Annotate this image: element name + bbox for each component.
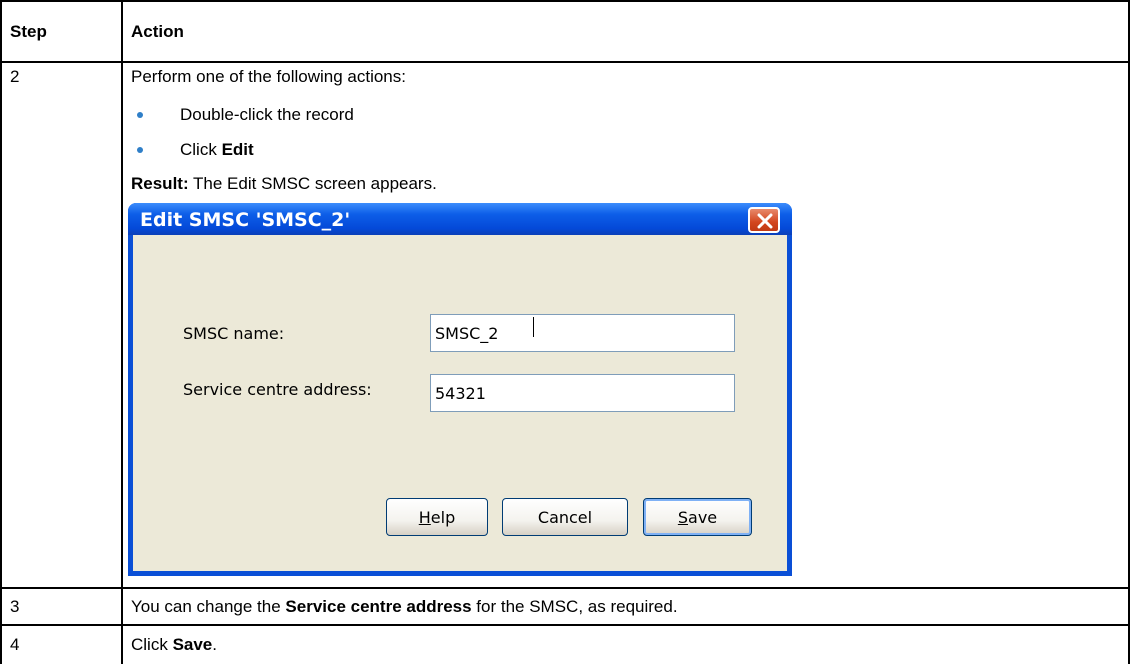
help-label-rest: elp (430, 507, 456, 527)
smsc-name-label: SMSC name: (183, 324, 285, 343)
bullet-item: Double-click the record (180, 105, 354, 124)
header-action: Action (131, 22, 184, 41)
table-top-border (0, 0, 1130, 2)
text-caret (533, 317, 534, 337)
save-mnemonic: S (677, 507, 689, 527)
step-4-text: Click Save. (131, 635, 217, 654)
step-number: 3 (10, 597, 20, 616)
service-centre-address-input[interactable] (430, 374, 735, 412)
cancel-button[interactable]: Cancel (502, 498, 628, 536)
help-button[interactable]: Help (386, 498, 488, 536)
step-number: 4 (10, 635, 20, 654)
header-step: Step (10, 22, 47, 41)
step-intro: Perform one of the following actions: (131, 67, 406, 86)
dialog-title: Edit SMSC 'SMSC_2' (140, 209, 351, 231)
column-divider (121, 0, 123, 664)
save-button[interactable]: Save (643, 498, 752, 536)
dialog-titlebar: Edit SMSC 'SMSC_2' (128, 203, 792, 235)
row-3-bottom-border (0, 624, 1130, 626)
header-bottom-border (0, 61, 1130, 63)
service-centre-address-label: Service centre address: (183, 380, 372, 399)
help-mnemonic: H (418, 507, 431, 527)
step-number: 2 (10, 67, 20, 86)
smsc-name-input[interactable] (430, 314, 735, 352)
table-left-border (0, 0, 2, 664)
close-icon (757, 213, 773, 229)
close-button[interactable] (748, 207, 780, 233)
save-label-rest: ave (688, 507, 718, 527)
step-3-text: You can change the Service centre addres… (131, 597, 678, 616)
bullet-icon (137, 147, 143, 153)
bullet-icon (137, 112, 143, 118)
row-2-bottom-border (0, 587, 1130, 589)
cancel-label: Cancel (537, 507, 593, 527)
result-line: Result: The Edit SMSC screen appears. (131, 174, 437, 193)
bullet-item: Click Edit (180, 140, 254, 159)
